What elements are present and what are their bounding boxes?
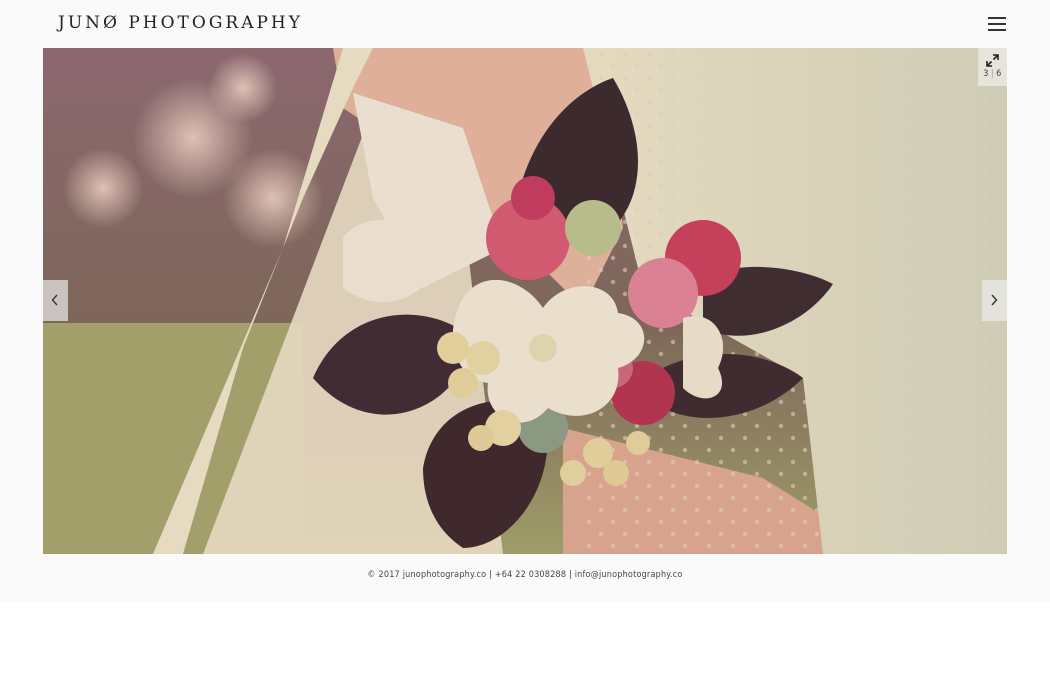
phone-number[interactable]: +64 22 0308288 — [495, 570, 566, 580]
chevron-right-icon — [991, 294, 998, 306]
page: JUNØ PHOTOGRAPHY 3 | 6 © 2017 junophotog… — [0, 0, 1050, 602]
expand-icon[interactable] — [986, 54, 999, 67]
slide-current: 3 — [983, 69, 989, 79]
next-slide-button[interactable] — [982, 280, 1007, 321]
slide-photo — [43, 48, 1007, 554]
slide-counter-separator: | — [990, 69, 995, 79]
previous-slide-button[interactable] — [43, 280, 68, 321]
footer-separator: | — [568, 570, 572, 580]
chevron-left-icon — [51, 294, 58, 306]
footer-separator: | — [489, 570, 493, 580]
slide-total: 6 — [996, 69, 1002, 79]
site-logo[interactable]: JUNØ PHOTOGRAPHY — [58, 13, 303, 33]
site-header: JUNØ PHOTOGRAPHY — [0, 0, 1050, 48]
fullscreen-toggle[interactable]: 3 | 6 — [978, 48, 1007, 86]
slide-counter: 3 | 6 — [978, 69, 1007, 79]
copyright-text: © 2017 — [367, 570, 400, 580]
email-link[interactable]: info@junophotography.co — [575, 570, 683, 580]
hamburger-menu-icon[interactable] — [986, 15, 1008, 33]
site-link[interactable]: junophotography.co — [403, 570, 487, 580]
site-footer: © 2017 junophotography.co | +64 22 03082… — [0, 570, 1050, 580]
image-slider[interactable]: 3 | 6 — [43, 48, 1007, 554]
